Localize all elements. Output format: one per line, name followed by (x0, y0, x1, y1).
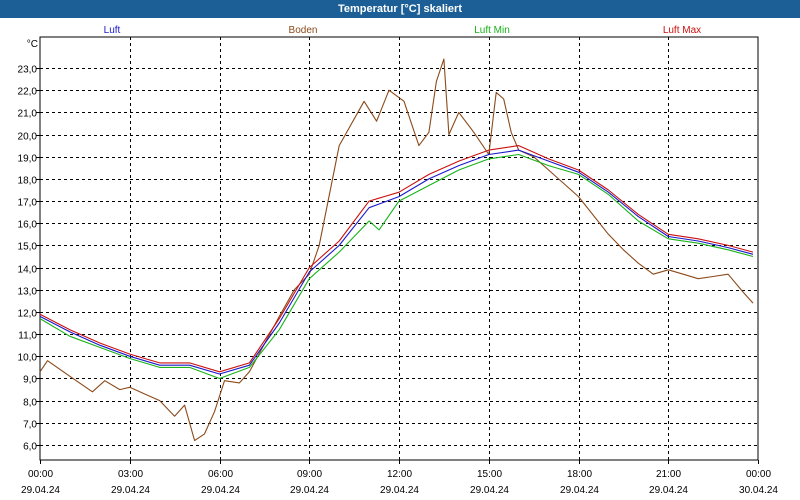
y-tick-label: 8,0 (23, 398, 37, 409)
y-tick-label: 17,0 (18, 198, 38, 209)
legend-item-boden: Boden (289, 25, 318, 36)
x-tick-label-time: 12:00 (387, 469, 412, 480)
y-tick-label: 21,0 (18, 109, 38, 120)
y-tick-label: 16,0 (18, 220, 38, 231)
y-tick-label: 13,0 (18, 287, 38, 298)
y-tick-label: 20,0 (18, 132, 38, 143)
x-tick-label-time: 00:00 (746, 469, 771, 480)
x-tick-label-time: 09:00 (297, 469, 322, 480)
y-tick-label: 22,0 (18, 87, 38, 98)
y-tick-label: 9,0 (23, 375, 37, 386)
y-tick-label: 14,0 (18, 265, 38, 276)
y-axis-label: °C (27, 39, 38, 50)
legend-item-luft-min: Luft Min (474, 25, 510, 36)
chart-canvas: 6,0 7,0 8,0 9,0 10,0 11,0 12,0 13,0 14,0 15,0 16,0… (0, 0, 800, 500)
x-tick-label-time: 06:00 (208, 469, 233, 480)
y-tick-label: 23,0 (18, 65, 38, 76)
x-tick-label-date: 29.04.24 (649, 485, 688, 496)
y-tick-label: 7,0 (23, 420, 37, 431)
legend-item-luft: Luft (104, 25, 121, 36)
y-tick-label: 11,0 (18, 331, 37, 342)
x-tick-label-time: 03:00 (118, 469, 143, 480)
x-tick-label-date: 29.04.24 (380, 485, 419, 496)
x-tick-label-date: 30.04.24 (739, 485, 778, 496)
x-tick-label-time: 21:00 (656, 469, 681, 480)
x-tick-label-date: 29.04.24 (21, 485, 60, 496)
x-tick-label-date: 29.04.24 (111, 485, 150, 496)
y-tick-label: 19,0 (18, 154, 38, 165)
x-tick-label-time: 18:00 (567, 469, 592, 480)
x-tick-label-date: 29.04.24 (290, 485, 329, 496)
x-tick-label-date: 29.04.24 (470, 485, 509, 496)
y-tick-label: 15,0 (18, 242, 38, 253)
y-tick-label: 18,0 (18, 176, 38, 187)
y-tick-label: 6,0 (23, 442, 37, 453)
legend-item-luft-max: Luft Max (663, 25, 701, 36)
y-tick-label: 12,0 (18, 309, 38, 320)
y-tick-label: 10,0 (18, 353, 38, 364)
chart-title: Temperatur [°C] skaliert (0, 0, 800, 18)
x-tick-label-time: 15:00 (477, 469, 502, 480)
x-tick-label-date: 29.04.24 (201, 485, 240, 496)
chart-window: 6,0 7,0 8,0 9,0 10,0 11,0 12,0 13,0 14,0 15,0 16,0… (0, 0, 800, 500)
x-tick-label-date: 29.04.24 (560, 485, 599, 496)
x-tick-label-time: 00:00 (28, 469, 53, 480)
